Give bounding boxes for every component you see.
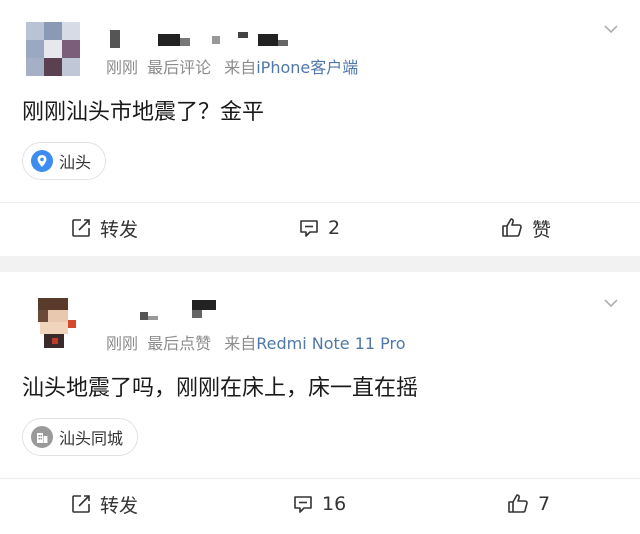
post-activity: 最后点赞	[147, 334, 212, 353]
tag-label: 汕头同城	[59, 429, 124, 448]
source-app-link[interactable]: Redmi Note 11 Pro	[256, 334, 405, 353]
chevron-down-icon[interactable]	[604, 296, 618, 310]
thumbs-up-icon	[508, 494, 528, 513]
comment-count: 2	[328, 217, 341, 239]
repost-label: 转发	[100, 494, 139, 517]
chevron-down-icon[interactable]	[604, 22, 618, 36]
like-button[interactable]: 7	[506, 479, 550, 529]
avatar[interactable]	[26, 22, 80, 76]
like-button[interactable]: 赞	[500, 203, 551, 253]
post-time: 刚刚	[106, 58, 139, 77]
post-content[interactable]: 汕头地震了吗，刚刚在床上，床一直在摇	[22, 370, 418, 402]
username-obscured[interactable]	[106, 30, 296, 52]
source-prefix: 来自	[224, 58, 257, 77]
post-meta: 刚刚 最后点赞 来自Redmi Note 11 Pro	[106, 330, 406, 354]
post-time: 刚刚	[106, 334, 139, 353]
repost-label: 转发	[100, 218, 139, 241]
action-bar: 转发 16 7	[0, 478, 640, 529]
username-obscured[interactable]	[106, 298, 236, 320]
action-bar: 转发 2 赞	[0, 202, 640, 253]
post-meta: 刚刚 最后评论 来自iPhone客户端	[106, 54, 358, 78]
tag-label: 汕头	[59, 153, 92, 172]
city-building-icon	[31, 426, 53, 448]
like-label: 赞	[532, 218, 552, 241]
post-card: 刚刚 最后点赞 来自Redmi Note 11 Pro 汕头地震了吗，刚刚在床上…	[0, 272, 640, 534]
repost-button[interactable]: 转发	[70, 479, 138, 529]
source-prefix: 来自	[224, 334, 257, 353]
supertopic-tag[interactable]: 汕头同城	[22, 418, 139, 456]
source-app-link[interactable]: iPhone客户端	[256, 58, 358, 77]
post-activity: 最后评论	[147, 58, 212, 77]
location-tag[interactable]: 汕头	[22, 142, 107, 180]
repost-icon	[72, 219, 90, 237]
comment-icon	[294, 496, 312, 513]
post-card: 刚刚 最后评论 来自iPhone客户端 刚刚汕头市地震了？金平 汕头 转发 2 …	[0, 0, 640, 256]
comment-button[interactable]: 16	[292, 479, 346, 529]
comment-icon	[300, 220, 318, 237]
location-pin-icon	[31, 150, 53, 172]
thumbs-up-icon	[502, 218, 522, 237]
comment-count: 16	[322, 493, 347, 515]
repost-button[interactable]: 转发	[70, 203, 138, 253]
avatar[interactable]	[26, 294, 80, 348]
comment-button[interactable]: 2	[298, 203, 340, 253]
like-count: 7	[538, 493, 551, 515]
post-content[interactable]: 刚刚汕头市地震了？金平	[22, 94, 264, 126]
repost-icon	[72, 495, 90, 513]
